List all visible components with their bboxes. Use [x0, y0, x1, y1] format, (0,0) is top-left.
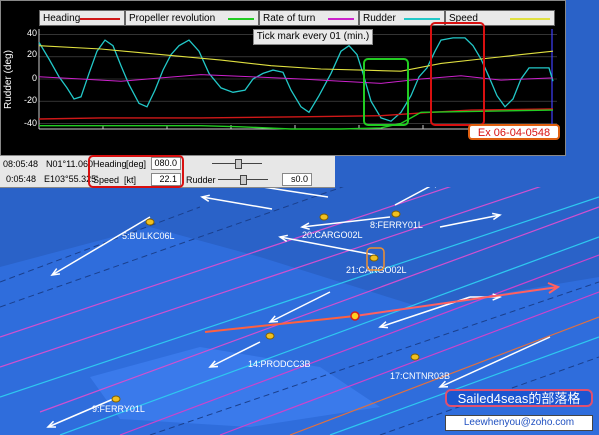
legend-label: Propeller revolution	[129, 12, 216, 24]
legend-swatch	[328, 18, 354, 20]
legend-heading[interactable]: Heading	[39, 10, 125, 26]
legend-swatch	[404, 18, 440, 20]
legend-swatch	[80, 18, 120, 20]
ship-name-label: 20:CARGO02L	[302, 230, 363, 240]
legend-label: Rudder	[363, 12, 396, 24]
highlight-green-box	[363, 58, 409, 126]
time-readout: 08:05:48	[3, 159, 39, 169]
own-ship-marker	[350, 311, 360, 321]
rudder-slider-thumb[interactable]	[240, 175, 247, 185]
y-tick-label: 0	[31, 73, 37, 83]
ship-name-label: 9:FERRY01L	[92, 404, 145, 414]
ship-marker	[319, 213, 329, 221]
legend-swatch	[228, 18, 254, 20]
ship-name-label: 5:BULKC06L	[122, 231, 175, 241]
email-watermark: Leewhenyou@zoho.com	[445, 415, 593, 431]
ship-marker	[391, 210, 401, 218]
ship-marker	[145, 218, 155, 226]
legend-label: Rate of turn	[263, 12, 316, 24]
highlight-status-box	[88, 155, 184, 188]
tick-mark-note: Tick mark every 01 (min.)	[253, 29, 373, 45]
rudder-label: Rudder	[186, 175, 216, 185]
y-tick-label: 40	[26, 28, 37, 38]
elapsed-time-readout: 0:05:48	[6, 174, 37, 184]
ship-marker	[410, 353, 420, 361]
y-tick-label: -20	[23, 95, 37, 105]
ship-marker	[265, 332, 275, 340]
throttle-slider-thumb[interactable]	[235, 159, 242, 169]
ship-marker	[111, 395, 121, 403]
example-label: Ex 06-04-0548	[468, 124, 560, 140]
legend-label: Heading	[43, 12, 81, 24]
legend-swatch	[510, 18, 550, 20]
simulator-screen: Heading Propeller revolution Rate of tur…	[0, 0, 599, 435]
ship-name-label: 17:CNTNR03B	[390, 371, 450, 381]
highlight-red-box	[430, 22, 485, 126]
legend-rate-of-turn[interactable]: Rate of turn	[259, 10, 359, 26]
y-tick-label: 20	[26, 49, 37, 59]
rudder-value: s0.0	[282, 173, 312, 186]
ship-marker	[369, 254, 379, 262]
legend-propeller[interactable]: Propeller revolution	[125, 10, 259, 26]
ship-name-label: 8:FERRY01L	[370, 220, 423, 230]
ship-name-label: 14:PRODCC3B	[248, 359, 311, 369]
y-tick-label: -40	[23, 118, 37, 128]
blog-watermark: Sailed4seas的部落格	[445, 389, 593, 407]
